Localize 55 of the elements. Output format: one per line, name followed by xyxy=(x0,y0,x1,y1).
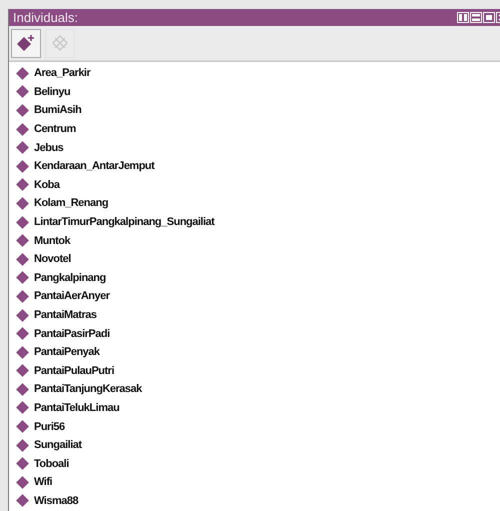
crossed-diamond-icon xyxy=(51,34,69,52)
split-horizontal-icon[interactable] xyxy=(470,12,482,23)
diamond-icon xyxy=(15,66,30,81)
diamond-icon xyxy=(15,196,30,211)
individual-item[interactable]: Puri56 xyxy=(34,420,65,433)
individual-item[interactable]: Muntok xyxy=(34,234,70,247)
diamond-icon xyxy=(15,102,30,118)
individual-item[interactable]: PantaiPasirPadi xyxy=(34,328,110,340)
individual-item[interactable]: PantaiMatras xyxy=(34,309,96,322)
individual-item[interactable]: Area_Parkir xyxy=(34,67,90,80)
individual-item[interactable]: Kolam_Renang xyxy=(34,197,108,210)
diamond-icon xyxy=(15,214,30,230)
individual-item[interactable]: PantaiPulauPutri xyxy=(34,364,114,377)
diamond-icon xyxy=(15,382,30,397)
individual-item[interactable]: Kendaraan_AntarJemput xyxy=(34,160,154,172)
diamond-icon xyxy=(15,363,30,378)
diamond-icon xyxy=(15,493,30,508)
diamond-icon xyxy=(15,158,30,174)
diamond-icon xyxy=(15,84,30,100)
diamond-icon xyxy=(15,438,30,453)
individual-item[interactable]: Toboali xyxy=(34,458,69,470)
diamond-icon xyxy=(15,419,30,434)
diamond-icon xyxy=(15,252,30,267)
diamond-icon xyxy=(15,474,30,490)
individual-item[interactable]: Centrum xyxy=(34,123,76,136)
diamond-icon xyxy=(15,177,30,192)
individual-item[interactable]: PantaiTelukLimau xyxy=(34,402,120,414)
individual-item[interactable]: Novotel xyxy=(34,253,71,266)
diamond-icon xyxy=(15,288,30,304)
individual-item[interactable]: Jebus xyxy=(34,142,64,154)
diamond-icon xyxy=(15,400,30,416)
diamond-icon xyxy=(15,270,30,286)
individual-item[interactable]: Sungailiat xyxy=(34,439,82,452)
individual-item[interactable]: Wisma88 xyxy=(34,494,78,507)
individual-item[interactable]: PantaiTanjungKerasak xyxy=(34,383,142,396)
diamond-icon xyxy=(15,326,30,342)
panel-title: Individuals: xyxy=(13,10,78,25)
individual-item[interactable]: LintarTimurPangkalpinang_Sungailiat xyxy=(34,216,214,228)
diamond-icon xyxy=(15,140,30,156)
maximize-icon[interactable] xyxy=(483,12,495,23)
diamond-icon xyxy=(15,233,30,248)
diamond-plus-icon xyxy=(16,34,36,52)
diamond-icon xyxy=(15,344,30,360)
individual-item[interactable]: Pangkalpinang xyxy=(34,272,106,284)
individual-item[interactable]: BumiAsih xyxy=(34,104,82,116)
individual-item[interactable]: Koba xyxy=(34,178,60,191)
individual-item[interactable]: PantaiAerAnyer xyxy=(34,290,110,302)
individual-item[interactable]: Wifi xyxy=(34,476,52,488)
diamond-icon xyxy=(15,308,30,323)
diamond-icon xyxy=(15,122,30,137)
individual-item[interactable]: PantaiPenyak xyxy=(34,346,100,358)
diamond-icon xyxy=(15,456,30,472)
add-individual-button[interactable] xyxy=(11,28,41,58)
individual-item[interactable]: Belinyu xyxy=(34,86,70,98)
split-vertical-icon[interactable] xyxy=(457,12,469,23)
